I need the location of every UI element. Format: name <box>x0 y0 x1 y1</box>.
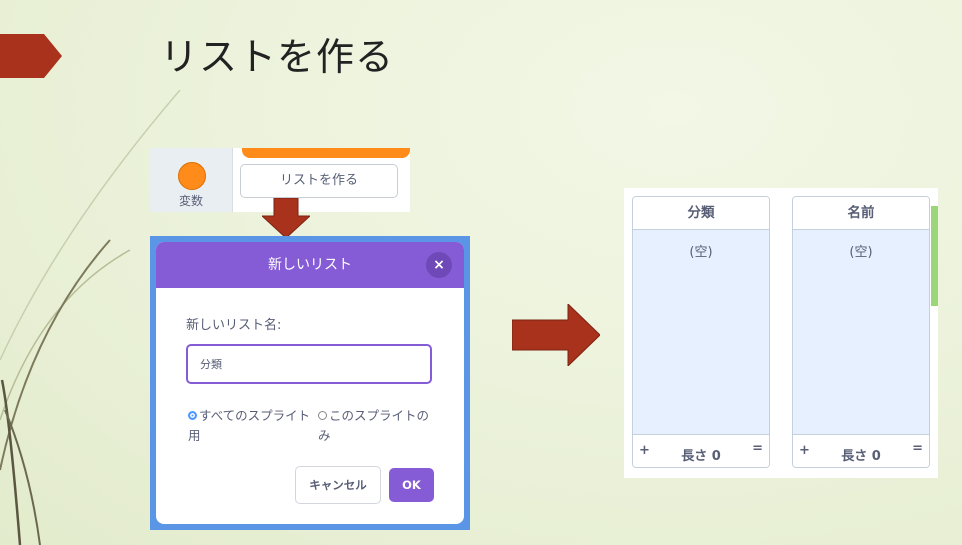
category-label: 変数 <box>178 194 203 208</box>
slide-title: リストを作る <box>160 35 395 79</box>
radio-all-sprites[interactable]: すべてのスプライト用 <box>188 406 316 446</box>
resize-handle-icon[interactable]: = <box>752 441 763 456</box>
radio-this-sprite-label: このスプライトのみ <box>318 408 430 443</box>
ok-button[interactable]: OK <box>389 468 434 502</box>
arrow-down-icon <box>262 198 310 238</box>
radio-unselected-icon <box>318 411 327 420</box>
variables-category-icon <box>178 162 206 190</box>
list-empty-text: (空) <box>689 245 713 260</box>
stage-edge <box>931 206 938 306</box>
list-length: 長さ 0 <box>681 449 721 464</box>
radio-all-sprites-label: すべてのスプライト用 <box>188 408 311 443</box>
list-monitors-panel: 分類 (空) + 長さ 0 = 名前 (空) + 長さ 0 = <box>624 188 938 478</box>
list-name-input[interactable] <box>186 344 432 384</box>
slide-bullet-arrow-icon <box>0 34 62 78</box>
list-empty-text: (空) <box>849 245 873 260</box>
list-footer: + 長さ 0 = <box>793 434 929 467</box>
list-length: 長さ 0 <box>841 449 881 464</box>
dialog-header: 新しいリスト <box>156 242 464 288</box>
list-name-label: 新しいリスト名: <box>186 318 282 333</box>
make-list-button[interactable]: リストを作る <box>240 164 398 198</box>
arrow-right-icon <box>512 304 600 366</box>
cancel-button[interactable]: キャンセル <box>295 466 381 504</box>
new-list-dialog-frame: 新しいリスト × 新しいリスト名: すべてのスプライト用 このスプライトのみ キ… <box>150 236 470 530</box>
category-variables[interactable]: 変数 <box>150 148 233 212</box>
variable-block-edge <box>242 148 410 158</box>
list-monitor[interactable]: 名前 (空) + 長さ 0 = <box>792 196 930 468</box>
list-monitor[interactable]: 分類 (空) + 長さ 0 = <box>632 196 770 468</box>
resize-handle-icon[interactable]: = <box>912 441 923 456</box>
new-list-dialog: 新しいリスト × 新しいリスト名: すべてのスプライト用 このスプライトのみ キ… <box>156 242 464 524</box>
list-title: 名前 <box>793 197 929 230</box>
list-contents: (空) <box>793 230 929 434</box>
list-contents: (空) <box>633 230 769 434</box>
list-footer: + 長さ 0 = <box>633 434 769 467</box>
radio-selected-icon <box>188 411 197 420</box>
list-title: 分類 <box>633 197 769 230</box>
radio-this-sprite[interactable]: このスプライトのみ <box>318 406 438 446</box>
close-icon[interactable]: × <box>426 252 452 278</box>
dialog-title: 新しいリスト <box>268 257 352 273</box>
